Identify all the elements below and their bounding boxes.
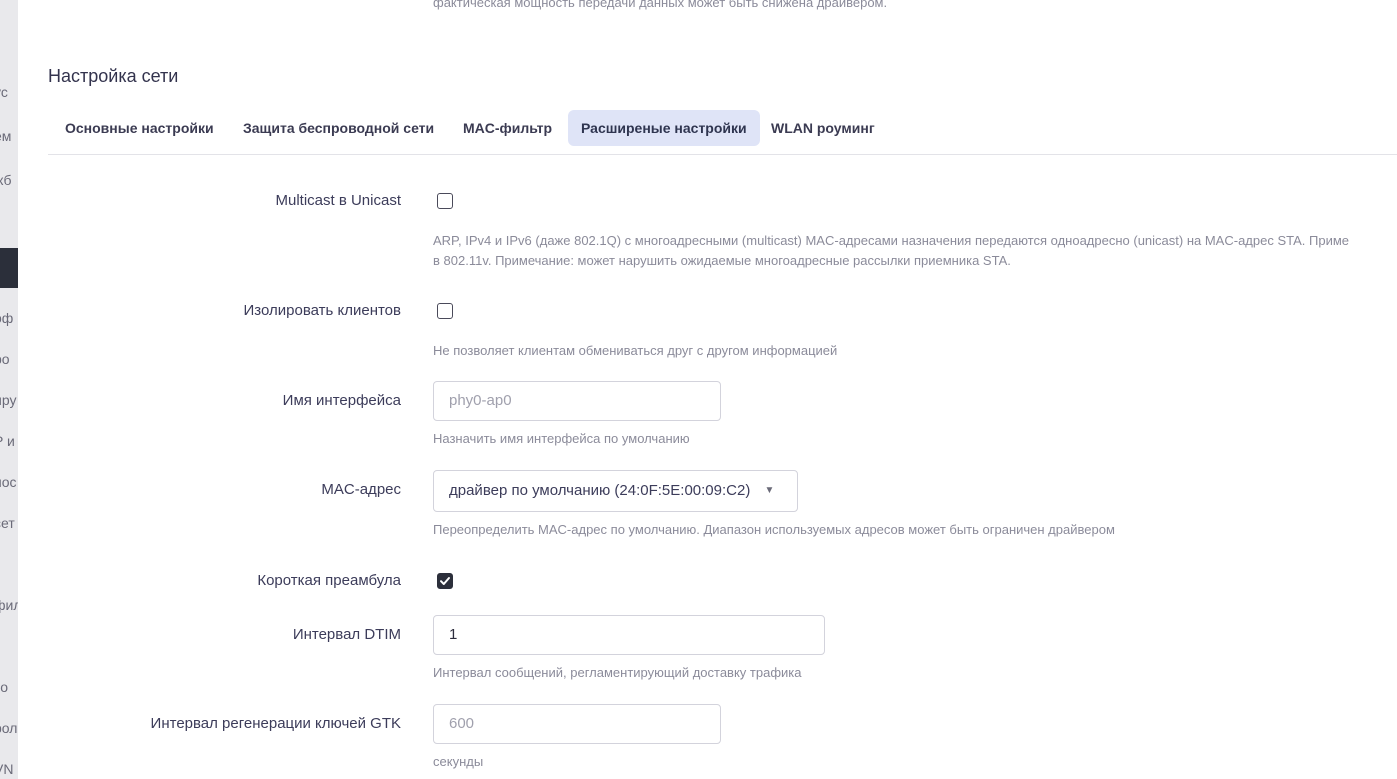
txpower-help-text: фактическая мощность передачи данных мож… bbox=[433, 0, 888, 10]
tab-wlan-roaming[interactable]: WLAN роуминг bbox=[758, 110, 888, 146]
sidebar-item[interactable]: P и bbox=[0, 433, 18, 449]
chevron-down-icon: ▼ bbox=[764, 485, 775, 497]
sidebar-item[interactable]: оф bbox=[0, 310, 18, 326]
sidebar-item[interactable]: сет bbox=[0, 515, 18, 531]
isolate-help: Не позволяет клиентам обмениваться друг … bbox=[433, 343, 838, 358]
ifname-help: Назначить имя интерфейса по умолчанию bbox=[433, 431, 690, 446]
sidebar-item[interactable]: ус bbox=[0, 84, 18, 100]
isolate-checkbox[interactable] bbox=[437, 303, 453, 319]
sidebar-item[interactable]: r bbox=[0, 556, 18, 572]
tab-advanced-settings[interactable]: Расширеные настройки bbox=[568, 110, 760, 146]
ifname-label: Имя интерфейса bbox=[282, 392, 401, 409]
sidebar-item[interactable]: жб bbox=[0, 172, 18, 188]
checkmark-icon bbox=[440, 577, 450, 585]
dtim-label: Интервал DTIM bbox=[292, 626, 401, 643]
gtk-label: Интервал регенерации ключей GTK bbox=[150, 715, 401, 732]
tab-general[interactable]: Основные настройки bbox=[52, 110, 227, 146]
section-title: Настройка сети bbox=[48, 66, 179, 86]
sidebar-active-item[interactable] bbox=[0, 248, 18, 288]
multicast-checkbox[interactable] bbox=[437, 193, 453, 209]
dtim-help: Интервал сообщений, регламентирующий дос… bbox=[433, 665, 802, 680]
tab-bar: Основные настройки Защита беспроводной с… bbox=[48, 110, 1397, 155]
sidebar-item[interactable]: фил bbox=[0, 597, 18, 613]
dtim-input[interactable]: 1 bbox=[433, 615, 825, 655]
multicast-help-line1: ARP, IPv4 и IPv6 (даже 802.1Q) с многоад… bbox=[433, 233, 1350, 248]
sidebar-item[interactable]: рол bbox=[0, 720, 18, 736]
gtk-input[interactable]: 600 bbox=[433, 704, 721, 744]
sidebar-item[interactable]: зо bbox=[0, 679, 18, 695]
sidebar-item[interactable]: ем bbox=[0, 128, 18, 144]
sidebar-item[interactable]: VN bbox=[0, 761, 18, 777]
main-content: фактическая мощность передачи данных мож… bbox=[18, 0, 1397, 779]
macaddr-select[interactable]: драйвер по умолчанию (24:0F:5E:00:09:C2)… bbox=[433, 470, 798, 512]
tab-mac-filter[interactable]: MAC-фильтр bbox=[450, 110, 565, 146]
gtk-help: секунды bbox=[433, 754, 484, 769]
isolate-label: Изолировать клиентов bbox=[243, 302, 402, 319]
tab-wireless-security[interactable]: Защита беспроводной сети bbox=[230, 110, 447, 146]
short-preamble-label: Короткая преамбула bbox=[257, 572, 401, 589]
sidebar-item[interactable]: ро bbox=[0, 351, 18, 367]
sidebar-item[interactable]: нос bbox=[0, 474, 18, 490]
sidebar: ус ем жб оф ро иру P и нос сет r фил зо … bbox=[0, 0, 18, 779]
short-preamble-checkbox[interactable] bbox=[437, 573, 453, 589]
macaddr-help: Переопределить MAC-адрес по умолчанию. Д… bbox=[433, 522, 1115, 537]
macaddr-selected-value: драйвер по умолчанию (24:0F:5E:00:09:C2) bbox=[449, 482, 751, 499]
multicast-label: Multicast в Unicast bbox=[275, 192, 401, 209]
multicast-help-line2: в 802.11v. Примечание: может нарушить ож… bbox=[433, 253, 1011, 268]
ifname-input[interactable]: phy0-ap0 bbox=[433, 381, 721, 421]
sidebar-item[interactable]: иру bbox=[0, 392, 18, 408]
macaddr-label: MAC-адрес bbox=[321, 481, 401, 498]
